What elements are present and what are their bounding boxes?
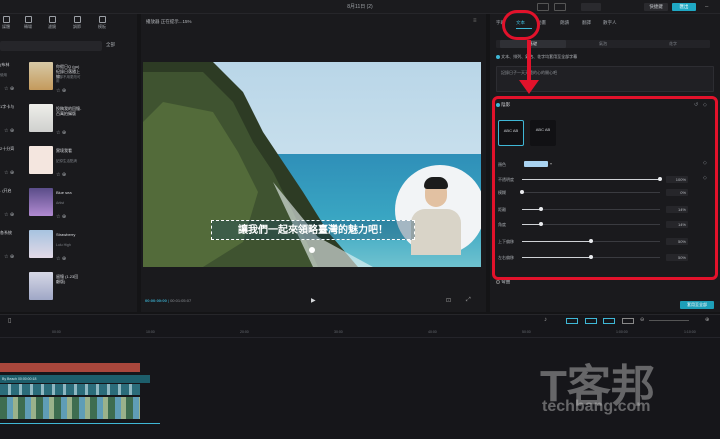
- music-thumbnail: [29, 62, 53, 90]
- video-editor-app: 8月11日 (2) 快捷鍵 匯出 – 媒體 轉場 濾鏡 調節 模板 全部 (布林…: [0, 0, 720, 439]
- timeline-toolbar: ▯ ♪ ⊖ ⊕: [0, 315, 720, 327]
- list-item[interactable]: 1字卡与 ☆ ⊕: [0, 102, 22, 139]
- keyboard-icon[interactable]: [554, 3, 566, 11]
- export-button[interactable]: 匯出: [672, 3, 696, 11]
- tool-template[interactable]: 模板: [92, 16, 112, 30]
- star-icon[interactable]: ☆ ⊕: [4, 212, 14, 218]
- fullscreen-icon[interactable]: ⤢: [466, 297, 471, 304]
- tab-translate[interactable]: 翻譯: [582, 20, 591, 26]
- list-item[interactable]: . (开启 ☆ ⊕: [0, 186, 22, 223]
- shortcut-button[interactable]: 快捷鍵: [644, 3, 668, 11]
- tool-transition[interactable]: 轉場: [18, 16, 38, 30]
- subtab-bubble[interactable]: 氣泡: [570, 40, 636, 48]
- video-track[interactable]: [0, 397, 140, 419]
- template-icon: [98, 16, 106, 23]
- subtitle-overlay[interactable]: 讓我們一起來領略臺灣的魅力吧！: [211, 220, 415, 240]
- title-bar: 8月11日 (2) 快捷鍵 匯出 –: [0, 0, 720, 14]
- list-item[interactable]: 你假日Q (go)紀錄日落隨上線 全部不用更改可用 ☆ ⊕: [29, 62, 82, 99]
- star-icon[interactable]: ☆ ⊕: [56, 172, 66, 178]
- minimize-icon[interactable]: –: [705, 4, 708, 10]
- star-icon[interactable]: ☆ ⊕: [4, 254, 14, 260]
- microphone-icon[interactable]: ♪: [544, 317, 547, 323]
- music-thumbnail: [29, 104, 53, 132]
- delete-icon[interactable]: ▯: [8, 317, 11, 324]
- subtab-basic[interactable]: 基礎: [500, 40, 566, 48]
- subtab-fancy-text[interactable]: 花字: [640, 40, 706, 48]
- star-icon[interactable]: ☆ ⊕: [4, 170, 14, 176]
- star-icon[interactable]: ☆ ⊕: [4, 86, 14, 92]
- star-icon[interactable]: ☆ ⊕: [56, 88, 66, 94]
- music-thumbnail: [29, 188, 53, 216]
- media-icon: [2, 16, 10, 23]
- fit-icon[interactable]: ⊡: [446, 297, 451, 304]
- music-thumbnail: [29, 146, 53, 174]
- list-item[interactable]: 實境我看 記錄生活點滴 ☆ ⊕: [29, 146, 82, 183]
- search-input[interactable]: [0, 41, 102, 51]
- snap-icon[interactable]: [585, 318, 597, 324]
- list-item[interactable]: 2十分齊 ☆ ⊕: [0, 144, 22, 181]
- list-item[interactable]: 各系統 ☆ ⊕: [0, 228, 22, 265]
- shadow-highlight-annotation: [492, 96, 718, 280]
- list-item[interactable]: Strawberry Lulu High ☆ ⊕: [29, 230, 82, 267]
- presenter-avatar: [395, 165, 481, 255]
- list-item[interactable]: 留憶 (1.23回顧版): [29, 272, 82, 309]
- list-item[interactable]: Blue sea Artist ☆ ⊕: [29, 188, 82, 225]
- menu-icon[interactable]: ≡: [473, 18, 477, 24]
- arrow-shaft-annotation: [527, 40, 531, 82]
- list-item[interactable]: (布林 使用 ☆ ⊕: [0, 60, 22, 97]
- playback-bar: 00:00:00:00 | 00:01:05:07 ▶ ⊡ ⤢: [141, 294, 486, 308]
- music-thumbnail: [29, 230, 53, 258]
- list-item[interactable]: 投稿我的回憶- 百萬拍攝版 ☆ ⊕: [29, 104, 82, 141]
- time-ruler[interactable]: 00:00 10:00 20:00 30:00 40:00 50:00 1:00…: [0, 328, 720, 338]
- tool-media[interactable]: 媒體: [0, 16, 16, 30]
- pro-badge[interactable]: [581, 3, 601, 11]
- checkbox-icon: [496, 279, 500, 284]
- apply-all-button[interactable]: 套用至全部: [680, 301, 714, 309]
- filter-icon: [48, 16, 56, 23]
- tool-adjust[interactable]: 調節: [67, 16, 87, 30]
- star-icon[interactable]: ☆ ⊕: [4, 128, 14, 134]
- media-library-panel: 媒體 轉場 濾鏡 調節 模板 全部 (布林 使用 ☆ ⊕ 1字卡与 ☆ ⊕ 2十…: [0, 14, 137, 312]
- audio-clip[interactable]: By Beach 00:00:00:18: [0, 375, 150, 383]
- video-preview[interactable]: 讓我們一起來領略臺灣的魅力吧！: [143, 62, 481, 267]
- music-track[interactable]: [0, 384, 140, 395]
- timecode: 00:00:00:00 | 00:01:05:07: [145, 298, 192, 303]
- link-icon[interactable]: [566, 318, 578, 324]
- caption-icon[interactable]: [622, 318, 634, 324]
- tab-highlight-annotation: [502, 10, 540, 40]
- search-row: 全部: [0, 41, 135, 52]
- arrow-down-icon: [519, 80, 539, 94]
- zoom-slider[interactable]: [649, 320, 689, 321]
- star-icon[interactable]: ☆ ⊕: [56, 130, 66, 136]
- project-title: 8月11日 (2): [347, 4, 373, 10]
- layout-icon[interactable]: [537, 3, 549, 11]
- apply-all-checkbox-row[interactable]: 文本、排列、氣泡、花字均套用至全部字幕: [496, 54, 577, 60]
- playhead-line[interactable]: [0, 423, 160, 424]
- tab-read-aloud[interactable]: 朗讀: [560, 20, 569, 26]
- rotate-handle-icon[interactable]: [309, 247, 315, 253]
- zoom-out-icon[interactable]: ⊖: [640, 317, 644, 323]
- watermark-site: techbang.com: [542, 398, 651, 415]
- player-panel: 播放器 正在提示...15% ≡ 讓我們一起來領略臺灣的魅力吧！ 00:00:0…: [141, 14, 486, 312]
- adjust-icon: [73, 16, 81, 23]
- subtitle-track[interactable]: [0, 363, 140, 372]
- filter-dropdown[interactable]: 全部: [106, 42, 115, 48]
- star-icon[interactable]: ☆ ⊕: [56, 256, 66, 262]
- zoom-fit-icon[interactable]: ⊕: [705, 317, 709, 323]
- tab-digital-human[interactable]: 數字人: [603, 20, 617, 26]
- transition-icon: [24, 16, 32, 23]
- player-title: 播放器 正在提示...15%: [146, 19, 192, 24]
- checkbox-icon: [496, 54, 500, 59]
- watermark: T客邦 techbang.com: [536, 350, 706, 425]
- tool-filter[interactable]: 濾鏡: [42, 16, 62, 30]
- music-thumbnail: [29, 272, 53, 300]
- star-icon[interactable]: ☆ ⊕: [56, 214, 66, 220]
- preview-axis-icon[interactable]: [603, 318, 615, 324]
- play-icon[interactable]: ▶: [311, 297, 316, 304]
